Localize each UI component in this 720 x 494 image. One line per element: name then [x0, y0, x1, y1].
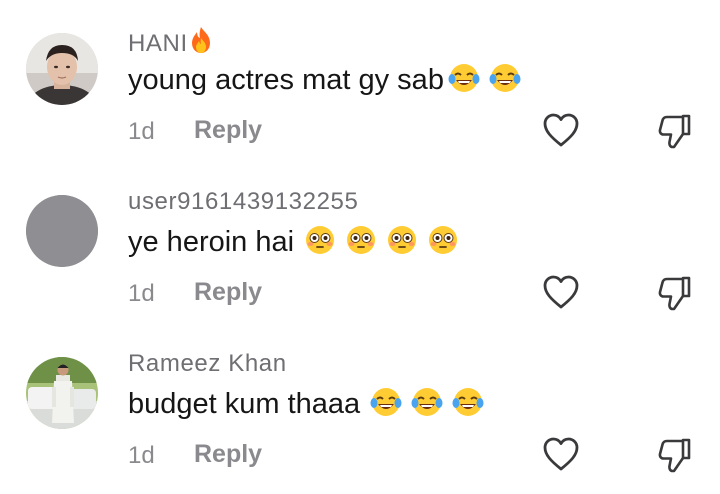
- like-button[interactable]: [542, 112, 580, 153]
- flushed-face-emoji-icon: [306, 226, 335, 254]
- username[interactable]: HANI: [128, 26, 213, 61]
- username-text: HANI: [128, 30, 188, 57]
- comment-text: ye heroin hai: [128, 224, 460, 264]
- comment-text: young actres mat gy sab: [128, 62, 522, 102]
- tears-of-joy-emoji-icon: [370, 388, 402, 416]
- dislike-button[interactable]: [656, 436, 694, 479]
- comment-text: budget kum thaaa: [128, 386, 485, 426]
- thumbs-down-outline-icon: [658, 438, 691, 473]
- flushed-face-emoji-icon: [347, 226, 376, 254]
- like-button[interactable]: [542, 274, 580, 315]
- dislike-button[interactable]: [656, 274, 694, 317]
- reply-button[interactable]: Reply: [194, 278, 262, 307]
- dislike-button[interactable]: [656, 112, 694, 155]
- username[interactable]: user9161439132255: [128, 188, 358, 216]
- tears-of-joy-emoji-icon: [452, 388, 484, 416]
- tears-of-joy-emoji-icon: [448, 64, 480, 92]
- comment-item: HANI young actres mat gy sab 1d Reply: [0, 0, 720, 162]
- comment-item: Rameez Khan budget kum thaaa 1d Reply: [0, 324, 720, 486]
- comment-text-body: ye heroin hai: [128, 226, 295, 258]
- avatar[interactable]: [26, 195, 98, 267]
- default-gray-avatar-icon: [26, 195, 98, 267]
- username[interactable]: Rameez Khan: [128, 350, 287, 378]
- comment-time: 1d: [128, 280, 155, 307]
- heart-outline-icon: [543, 113, 579, 147]
- comment-time: 1d: [128, 442, 155, 469]
- heart-outline-icon: [543, 275, 579, 309]
- heart-outline-icon: [543, 437, 579, 471]
- tears-of-joy-emoji-icon: [489, 64, 521, 92]
- comment-time: 1d: [128, 118, 155, 145]
- comment-item: user9161439132255 ye heroin hai 1d Reply: [0, 162, 720, 324]
- flushed-face-emoji-icon: [429, 226, 458, 254]
- fire-emoji-icon: [189, 26, 213, 61]
- young-man-photo-icon: [26, 33, 98, 105]
- thumbs-down-outline-icon: [658, 114, 691, 149]
- reply-button[interactable]: Reply: [194, 116, 262, 145]
- thumbs-down-outline-icon: [658, 276, 691, 311]
- avatar[interactable]: [26, 357, 98, 429]
- reply-button[interactable]: Reply: [194, 440, 262, 469]
- avatar[interactable]: [26, 33, 98, 105]
- comment-text-body: budget kum thaaa: [128, 388, 361, 420]
- tears-of-joy-emoji-icon: [411, 388, 443, 416]
- man-standing-outdoors-photo-icon: [26, 357, 98, 429]
- flushed-face-emoji-icon: [388, 226, 417, 254]
- like-button[interactable]: [542, 436, 580, 477]
- comment-text-body: young actres mat gy sab: [128, 64, 444, 96]
